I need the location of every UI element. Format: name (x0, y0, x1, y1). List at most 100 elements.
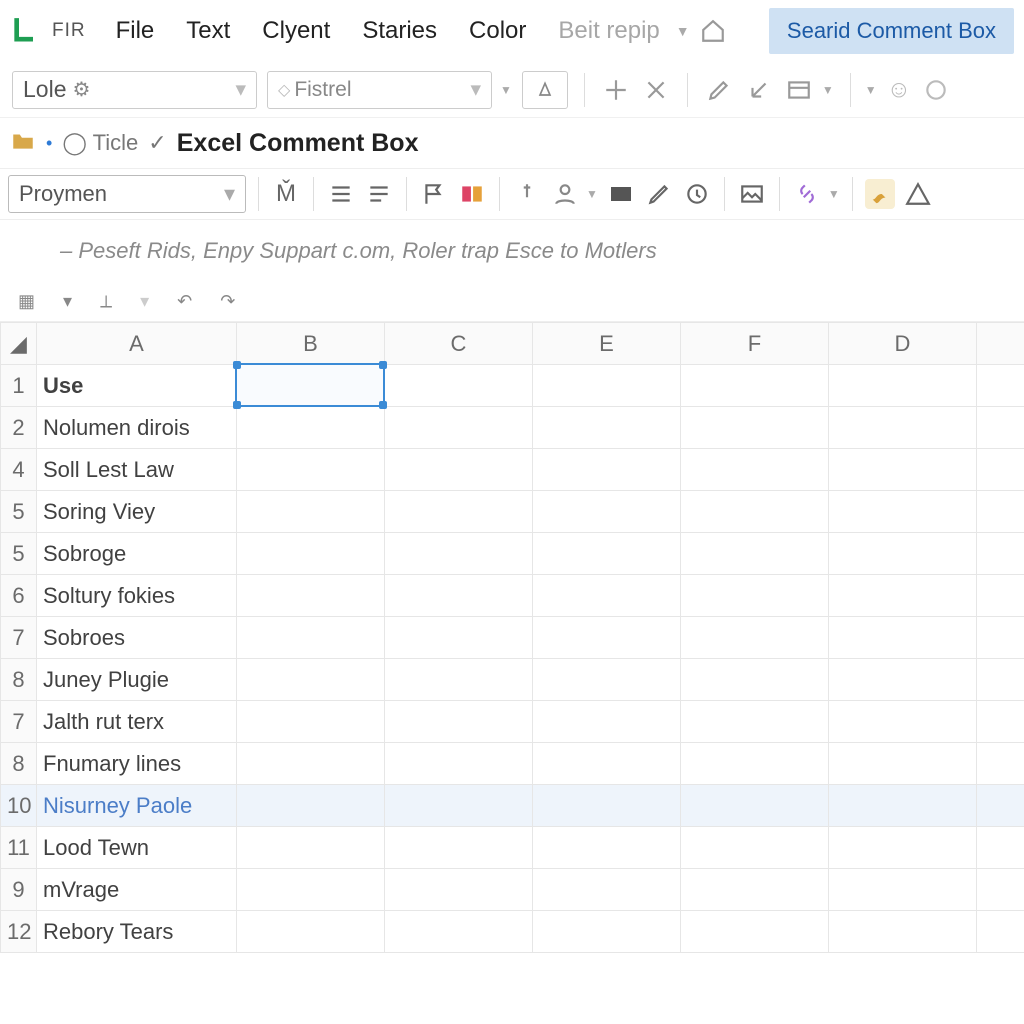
cell[interactable] (533, 617, 681, 659)
table-row[interactable]: 9mVrage (1, 869, 1024, 911)
grid-table[interactable]: ◢ A B C E F D N 1Use2Nolumen dirois4Soll… (0, 322, 1024, 953)
cell[interactable] (681, 575, 829, 617)
cell[interactable] (681, 617, 829, 659)
row-header[interactable]: 11 (1, 827, 37, 869)
cell[interactable] (385, 365, 533, 407)
cell[interactable] (385, 827, 533, 869)
cell[interactable] (237, 365, 385, 407)
cell[interactable] (829, 491, 977, 533)
grid-icon[interactable]: ▦ (18, 291, 35, 312)
cell[interactable] (385, 533, 533, 575)
table-row[interactable]: 5Sobroge (1, 533, 1024, 575)
cell[interactable] (385, 911, 533, 953)
cell[interactable] (977, 575, 1024, 617)
table-row[interactable]: 6Soltury fokies (1, 575, 1024, 617)
chevron-down-icon[interactable]: ▼ (822, 83, 834, 97)
cell[interactable]: Juney Plugie (37, 659, 237, 701)
cell[interactable]: Fnumary lines (37, 743, 237, 785)
cell[interactable] (829, 365, 977, 407)
cell[interactable] (977, 533, 1024, 575)
select-all-corner[interactable]: ◢ (1, 323, 37, 365)
cell[interactable] (385, 701, 533, 743)
name-box[interactable]: Proymen ▾ (8, 175, 246, 213)
cell[interactable] (681, 449, 829, 491)
undo-icon[interactable]: ↶ (177, 291, 192, 312)
table-row[interactable]: 2Nolumen dirois (1, 407, 1024, 449)
table-row[interactable]: 11Lood Tewn (1, 827, 1024, 869)
col-header-e[interactable]: E (533, 323, 681, 365)
pen-icon[interactable] (704, 75, 734, 105)
cell[interactable] (237, 407, 385, 449)
cell[interactable] (977, 407, 1024, 449)
cell[interactable] (977, 365, 1024, 407)
person-icon[interactable] (550, 179, 580, 209)
cell[interactable] (681, 659, 829, 701)
cell[interactable] (237, 743, 385, 785)
cell[interactable] (385, 869, 533, 911)
menu-clyent[interactable]: Clyent (250, 13, 342, 49)
cell[interactable] (385, 449, 533, 491)
cell[interactable] (829, 533, 977, 575)
cell[interactable] (385, 659, 533, 701)
cell[interactable] (533, 365, 681, 407)
cell[interactable] (681, 785, 829, 827)
cell[interactable]: Use (37, 365, 237, 407)
table-row[interactable]: 4Soll Lest Law (1, 449, 1024, 491)
cell[interactable] (829, 869, 977, 911)
cell[interactable] (237, 701, 385, 743)
m-icon[interactable]: M̌ (271, 179, 301, 209)
spreadsheet[interactable]: ◢ A B C E F D N 1Use2Nolumen dirois4Soll… (0, 322, 1024, 953)
warning-icon[interactable] (903, 179, 933, 209)
table-row[interactable]: 12Rebory Tears (1, 911, 1024, 953)
cell[interactable] (829, 449, 977, 491)
cell[interactable] (237, 869, 385, 911)
row-header[interactable]: 6 (1, 575, 37, 617)
arrow-down-left-icon[interactable] (744, 75, 774, 105)
cell[interactable] (681, 911, 829, 953)
circle-icon[interactable] (921, 75, 951, 105)
font-select[interactable]: ◇ Fistrel ▾ (267, 71, 492, 109)
cell[interactable] (977, 869, 1024, 911)
cell[interactable]: Lood Tewn (37, 827, 237, 869)
style-select[interactable]: Lole ⚙ ▾ (12, 71, 257, 109)
menu-text[interactable]: Text (174, 13, 242, 49)
cell[interactable] (681, 407, 829, 449)
cell[interactable] (681, 491, 829, 533)
cell[interactable] (533, 911, 681, 953)
row-header[interactable]: 9 (1, 869, 37, 911)
cell[interactable] (237, 491, 385, 533)
fill-color-icon[interactable] (606, 179, 636, 209)
row-header[interactable]: 8 (1, 659, 37, 701)
redo-icon[interactable]: ↷ (220, 291, 235, 312)
col-header-f[interactable]: F (681, 323, 829, 365)
align-justify-icon[interactable] (364, 179, 394, 209)
chevron-down-icon[interactable]: ▼ (500, 83, 512, 97)
cell[interactable] (977, 785, 1024, 827)
filter-icon[interactable]: ▾ (140, 291, 149, 312)
col-header-d[interactable]: D (829, 323, 977, 365)
row-header[interactable]: 5 (1, 491, 37, 533)
cell[interactable] (681, 533, 829, 575)
table-row[interactable]: 7Jalth rut terx (1, 701, 1024, 743)
cell[interactable]: Rebory Tears (37, 911, 237, 953)
brush-icon[interactable] (865, 179, 895, 209)
cell[interactable] (977, 743, 1024, 785)
cell[interactable]: Sobroes (37, 617, 237, 659)
cell[interactable] (681, 365, 829, 407)
cell[interactable] (977, 449, 1024, 491)
image-icon[interactable] (737, 179, 767, 209)
folder-icon[interactable] (10, 128, 36, 159)
cell[interactable] (977, 701, 1024, 743)
cell[interactable] (237, 449, 385, 491)
row-header[interactable]: 12 (1, 911, 37, 953)
flag-icon[interactable] (419, 179, 449, 209)
cell[interactable] (829, 617, 977, 659)
cell[interactable] (533, 869, 681, 911)
crosshair-icon[interactable] (601, 75, 631, 105)
table-row[interactable]: 1Use (1, 365, 1024, 407)
close-icon[interactable] (641, 75, 671, 105)
cell[interactable] (829, 575, 977, 617)
cell[interactable] (385, 407, 533, 449)
cell[interactable]: Soring Viey (37, 491, 237, 533)
cell[interactable] (681, 701, 829, 743)
